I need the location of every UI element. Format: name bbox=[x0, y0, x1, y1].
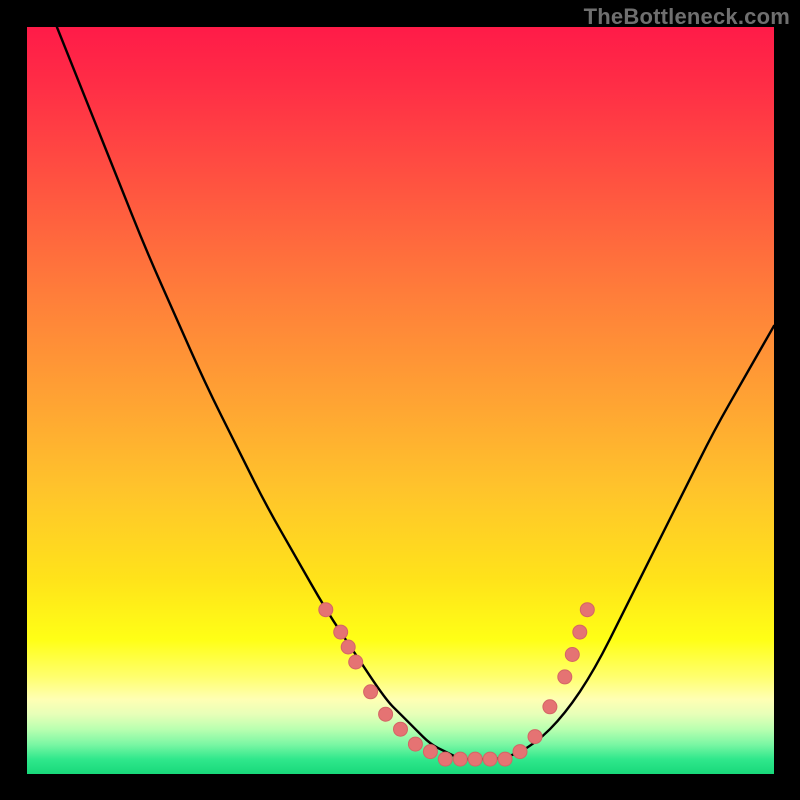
curve-marker bbox=[483, 752, 497, 766]
curve-marker bbox=[453, 752, 467, 766]
curve-marker bbox=[558, 670, 572, 684]
curve-marker bbox=[319, 603, 333, 617]
curve-marker bbox=[513, 745, 527, 759]
curve-markers bbox=[319, 603, 595, 766]
curve-marker bbox=[498, 752, 512, 766]
curve-marker bbox=[423, 745, 437, 759]
curve-marker bbox=[438, 752, 452, 766]
curve-marker bbox=[468, 752, 482, 766]
curve-marker bbox=[573, 625, 587, 639]
curve-marker bbox=[408, 737, 422, 751]
curve-marker bbox=[379, 707, 393, 721]
plot-area bbox=[27, 27, 774, 774]
chart-frame: TheBottleneck.com bbox=[0, 0, 800, 800]
curve-marker bbox=[543, 700, 557, 714]
curve-marker bbox=[528, 730, 542, 744]
bottleneck-curve bbox=[57, 27, 774, 759]
curve-marker bbox=[394, 722, 408, 736]
curve-marker bbox=[334, 625, 348, 639]
curve-marker bbox=[364, 685, 378, 699]
curve-marker bbox=[565, 648, 579, 662]
curve-marker bbox=[580, 603, 594, 617]
chart-svg bbox=[27, 27, 774, 774]
watermark-text: TheBottleneck.com bbox=[584, 4, 790, 30]
curve-marker bbox=[349, 655, 363, 669]
curve-marker bbox=[341, 640, 355, 654]
